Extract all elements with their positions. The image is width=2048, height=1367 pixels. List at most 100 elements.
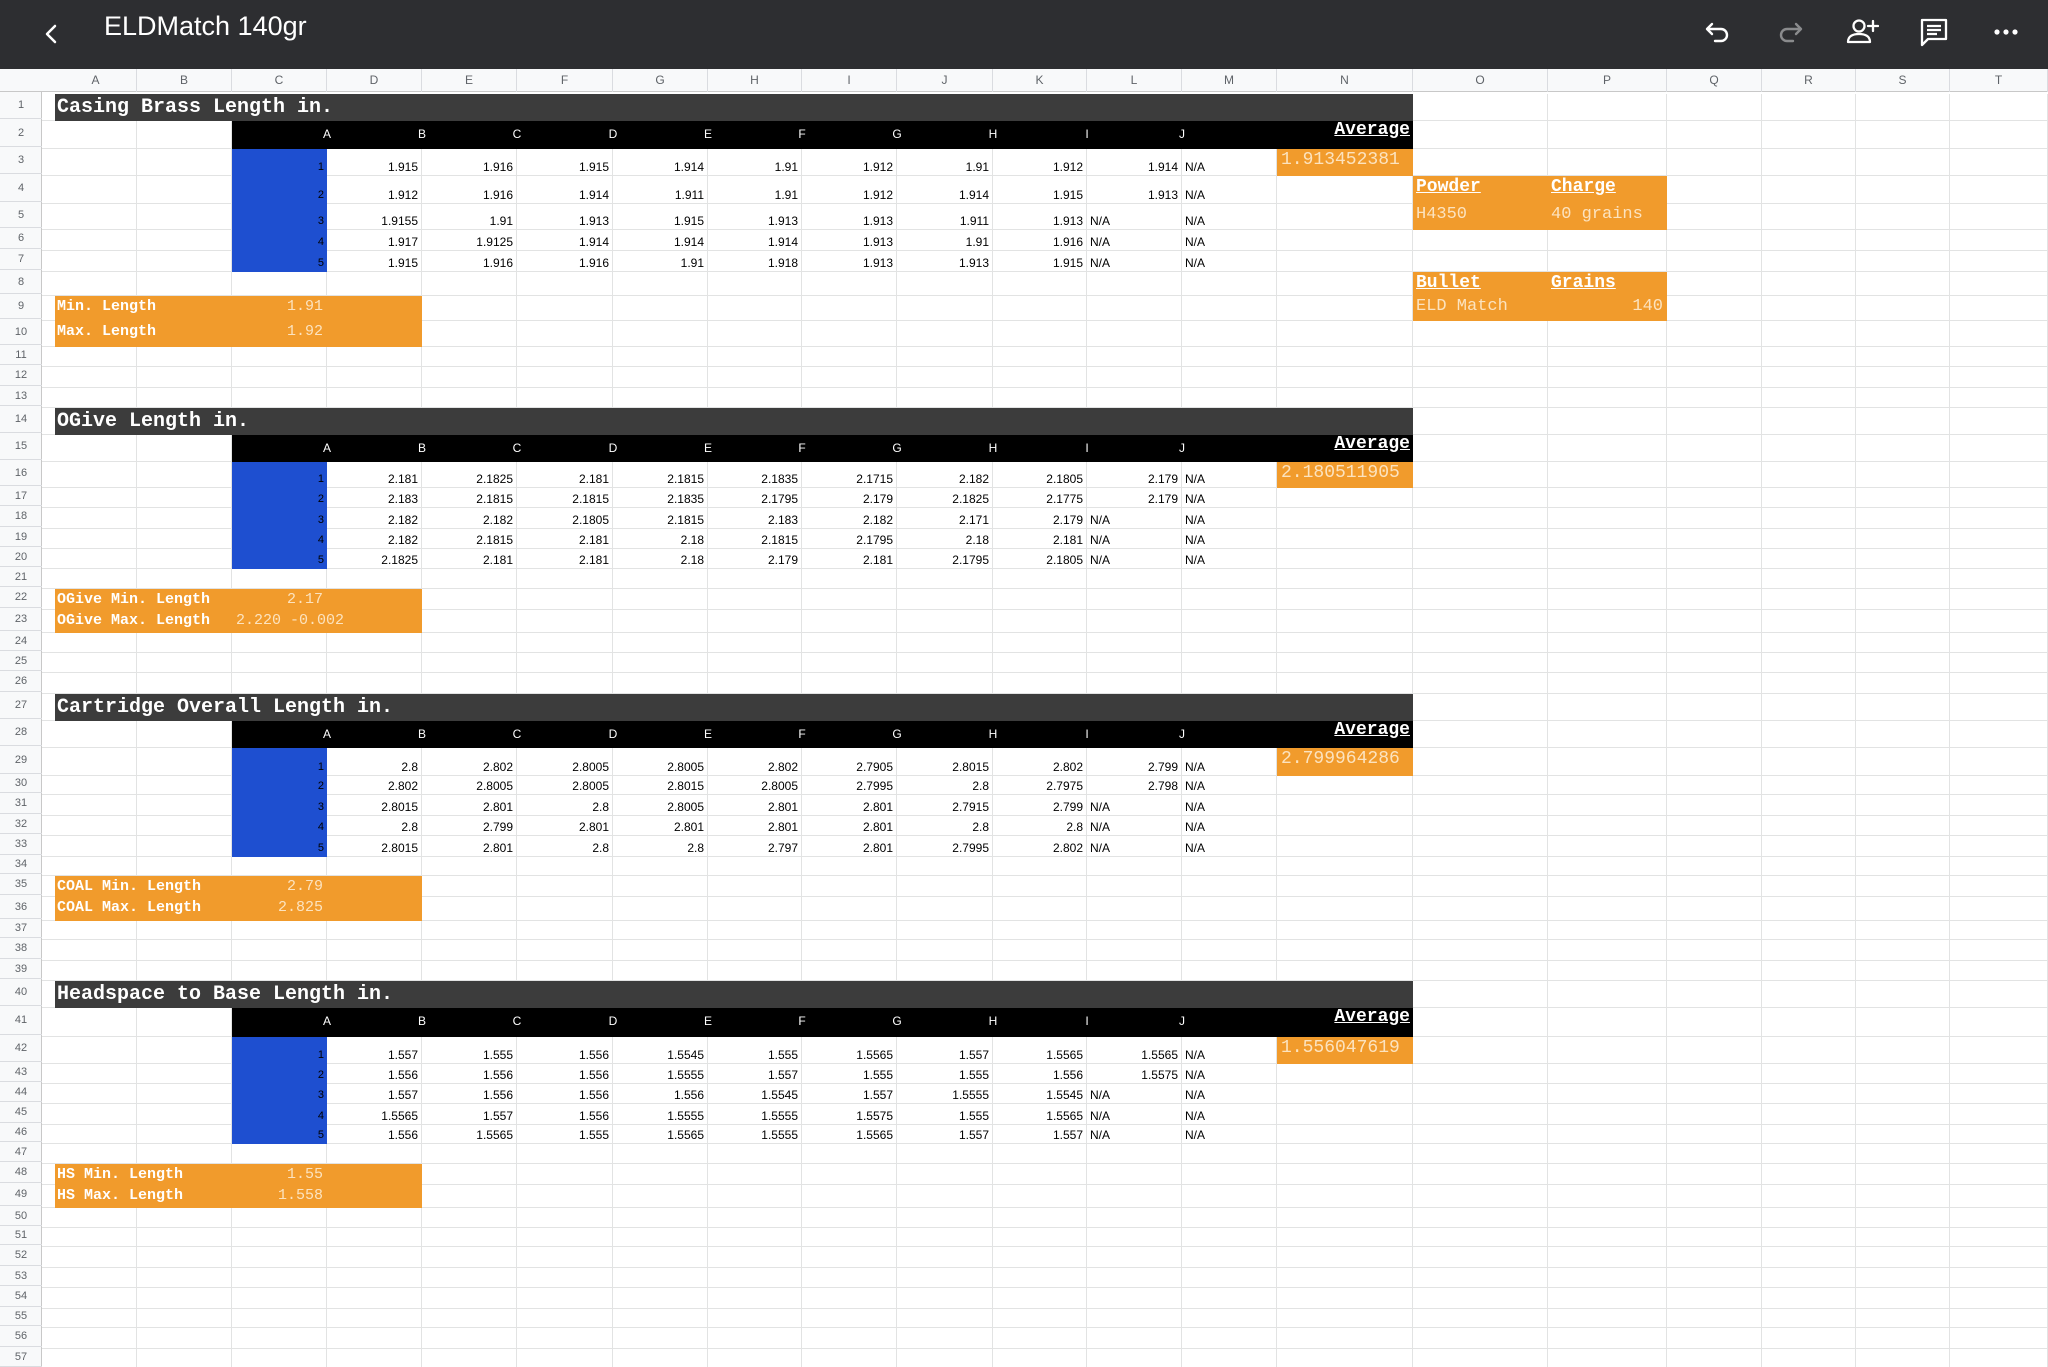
data-cell[interactable]: 2.801	[613, 820, 704, 835]
data-cell[interactable]: 1.556	[517, 1109, 609, 1124]
data-cell[interactable]: 1.914	[517, 188, 609, 203]
data-cell[interactable]: 1.914	[517, 235, 609, 250]
data-cell[interactable]: 1.912	[993, 160, 1083, 175]
data-cell[interactable]: 2.8	[993, 820, 1083, 835]
data-cell[interactable]: 2.179	[1087, 472, 1178, 487]
data-cell[interactable]: 1.555	[517, 1128, 609, 1143]
data-cell[interactable]: 1.911	[613, 188, 704, 203]
na-cell[interactable]: N/A	[1090, 235, 1181, 250]
data-cell[interactable]: 2.182	[897, 472, 989, 487]
data-cell[interactable]: 2.1775	[993, 492, 1083, 507]
data-cell[interactable]: 1.556	[517, 1048, 609, 1063]
data-cell[interactable]: 1.9155	[327, 214, 418, 229]
data-cell[interactable]: 1.556	[993, 1068, 1083, 1083]
data-cell[interactable]: 2.182	[802, 513, 893, 528]
na-cell[interactable]: N/A	[1185, 779, 1276, 794]
data-cell[interactable]: 2.182	[327, 513, 418, 528]
data-cell[interactable]: 2.802	[993, 760, 1083, 775]
data-cell[interactable]: 2.8005	[422, 779, 513, 794]
na-cell[interactable]: N/A	[1090, 841, 1181, 856]
data-cell[interactable]: 2.799	[422, 820, 513, 835]
data-cell[interactable]: 1.557	[422, 1109, 513, 1124]
data-cell[interactable]: 1.5575	[802, 1109, 893, 1124]
data-cell[interactable]: 2.181	[327, 472, 418, 487]
data-cell[interactable]: 1.5555	[613, 1068, 704, 1083]
data-cell[interactable]: 1.555	[422, 1048, 513, 1063]
data-cell[interactable]: 1.5575	[1087, 1068, 1178, 1083]
data-cell[interactable]: 2.1795	[802, 533, 893, 548]
data-cell[interactable]: 2.8	[897, 820, 989, 835]
na-cell[interactable]: N/A	[1090, 553, 1181, 568]
data-cell[interactable]: 1.5565	[422, 1128, 513, 1143]
data-cell[interactable]: 2.801	[708, 820, 798, 835]
data-cell[interactable]: 2.1795	[897, 553, 989, 568]
data-cell[interactable]: 2.8	[517, 800, 609, 815]
na-cell[interactable]: N/A	[1185, 235, 1276, 250]
data-cell[interactable]: 2.801	[802, 800, 893, 815]
data-cell[interactable]: 2.8005	[708, 779, 798, 794]
na-cell[interactable]: N/A	[1185, 160, 1276, 175]
data-cell[interactable]: 2.181	[802, 553, 893, 568]
data-cell[interactable]: 2.802	[993, 841, 1083, 856]
data-cell[interactable]: 2.1835	[613, 492, 704, 507]
na-cell[interactable]: N/A	[1090, 1088, 1181, 1103]
section-title[interactable]: Cartridge Overall Length in.	[55, 694, 1413, 721]
data-cell[interactable]: 2.181	[517, 533, 609, 548]
data-cell[interactable]: 1.914	[613, 235, 704, 250]
data-cell[interactable]: 1.555	[897, 1068, 989, 1083]
data-cell[interactable]: 1.912	[802, 188, 893, 203]
data-cell[interactable]: 1.914	[1087, 160, 1178, 175]
na-cell[interactable]: N/A	[1090, 820, 1181, 835]
data-cell[interactable]: 1.5545	[708, 1088, 798, 1103]
data-cell[interactable]: 1.557	[708, 1068, 798, 1083]
data-cell[interactable]: 2.171	[897, 513, 989, 528]
data-cell[interactable]: 1.915	[993, 256, 1083, 271]
data-cell[interactable]: 1.9125	[422, 235, 513, 250]
data-cell[interactable]: 1.557	[327, 1088, 418, 1103]
data-cell[interactable]: 1.915	[517, 160, 609, 175]
data-cell[interactable]: 1.913	[802, 256, 893, 271]
data-cell[interactable]: 2.798	[1087, 779, 1178, 794]
na-cell[interactable]: N/A	[1090, 1128, 1181, 1143]
data-cell[interactable]: 1.557	[897, 1048, 989, 1063]
data-cell[interactable]: 2.802	[422, 760, 513, 775]
data-cell[interactable]: 2.7915	[897, 800, 989, 815]
data-cell[interactable]: 2.799	[993, 800, 1083, 815]
data-cell[interactable]: 1.556	[327, 1128, 418, 1143]
data-cell[interactable]: 1.555	[897, 1109, 989, 1124]
data-cell[interactable]: 1.913	[993, 214, 1083, 229]
data-cell[interactable]: 2.1715	[802, 472, 893, 487]
data-cell[interactable]: 1.5555	[708, 1109, 798, 1124]
data-cell[interactable]: 1.915	[613, 214, 704, 229]
data-cell[interactable]: 2.1815	[613, 472, 704, 487]
data-cell[interactable]: 1.557	[802, 1088, 893, 1103]
data-cell[interactable]: 1.5555	[613, 1109, 704, 1124]
data-cell[interactable]: 1.914	[613, 160, 704, 175]
data-cell[interactable]: 2.801	[708, 800, 798, 815]
data-cell[interactable]: 2.802	[327, 779, 418, 794]
data-cell[interactable]: 1.556	[422, 1088, 513, 1103]
data-cell[interactable]: 1.5565	[613, 1128, 704, 1143]
data-cell[interactable]: 2.801	[802, 820, 893, 835]
data-cell[interactable]: 1.5565	[802, 1048, 893, 1063]
na-cell[interactable]: N/A	[1185, 513, 1276, 528]
na-cell[interactable]: N/A	[1090, 1109, 1181, 1124]
data-cell[interactable]: 2.8015	[327, 800, 418, 815]
data-cell[interactable]: 2.1815	[613, 513, 704, 528]
data-cell[interactable]: 2.183	[327, 492, 418, 507]
data-cell[interactable]: 1.915	[993, 188, 1083, 203]
data-cell[interactable]: 2.801	[802, 841, 893, 856]
data-cell[interactable]: 2.182	[327, 533, 418, 548]
na-cell[interactable]: N/A	[1090, 513, 1181, 528]
na-cell[interactable]: N/A	[1185, 492, 1276, 507]
data-cell[interactable]: 1.912	[802, 160, 893, 175]
data-cell[interactable]: 2.179	[802, 492, 893, 507]
data-cell[interactable]: 1.556	[327, 1068, 418, 1083]
data-cell[interactable]: 2.801	[517, 820, 609, 835]
data-cell[interactable]: 1.556	[613, 1088, 704, 1103]
data-cell[interactable]: 2.8	[327, 760, 418, 775]
data-cell[interactable]: 1.5555	[708, 1128, 798, 1143]
data-cell[interactable]: 1.914	[708, 235, 798, 250]
data-cell[interactable]: 1.916	[993, 235, 1083, 250]
na-cell[interactable]: N/A	[1185, 553, 1276, 568]
